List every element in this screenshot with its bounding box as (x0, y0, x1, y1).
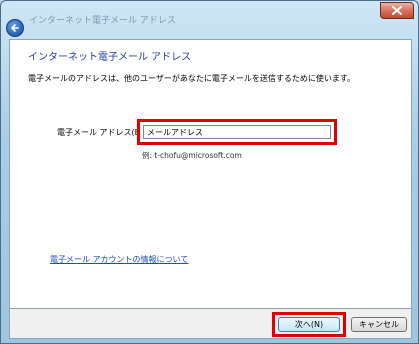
email-input[interactable] (143, 125, 331, 139)
close-icon (392, 6, 402, 15)
email-input-highlight (137, 119, 337, 145)
wizard-window: インターネット電子メール アドレス インターネット電子メール アドレス 電子メー… (0, 0, 419, 344)
cancel-button[interactable]: キャンセル (351, 317, 407, 332)
content-panel: インターネット電子メール アドレス 電子メールのアドレスは、他のユーザーがあなた… (9, 39, 412, 309)
email-account-info-link[interactable]: 電子メール アカウントの情報について (50, 254, 188, 265)
page-title: インターネット電子メール アドレス (28, 52, 192, 63)
window-title: インターネット電子メール アドレス (29, 16, 176, 26)
email-label: 電子メール アドレス(E): (57, 128, 146, 137)
page-description: 電子メールのアドレスは、他のユーザーがあなたに電子メールを送信するために使います… (28, 74, 356, 83)
back-button[interactable] (6, 19, 24, 37)
button-bar: 次へ(N) キャンセル (9, 309, 412, 339)
back-arrow-icon (11, 24, 19, 32)
email-example: 例: t-chofu@microsoft.com (142, 151, 242, 160)
next-button-highlight: 次へ(N) (272, 312, 346, 337)
next-button[interactable]: 次へ(N) (278, 317, 340, 332)
close-button[interactable] (380, 2, 414, 19)
title-bar: インターネット電子メール アドレス (1, 1, 419, 39)
